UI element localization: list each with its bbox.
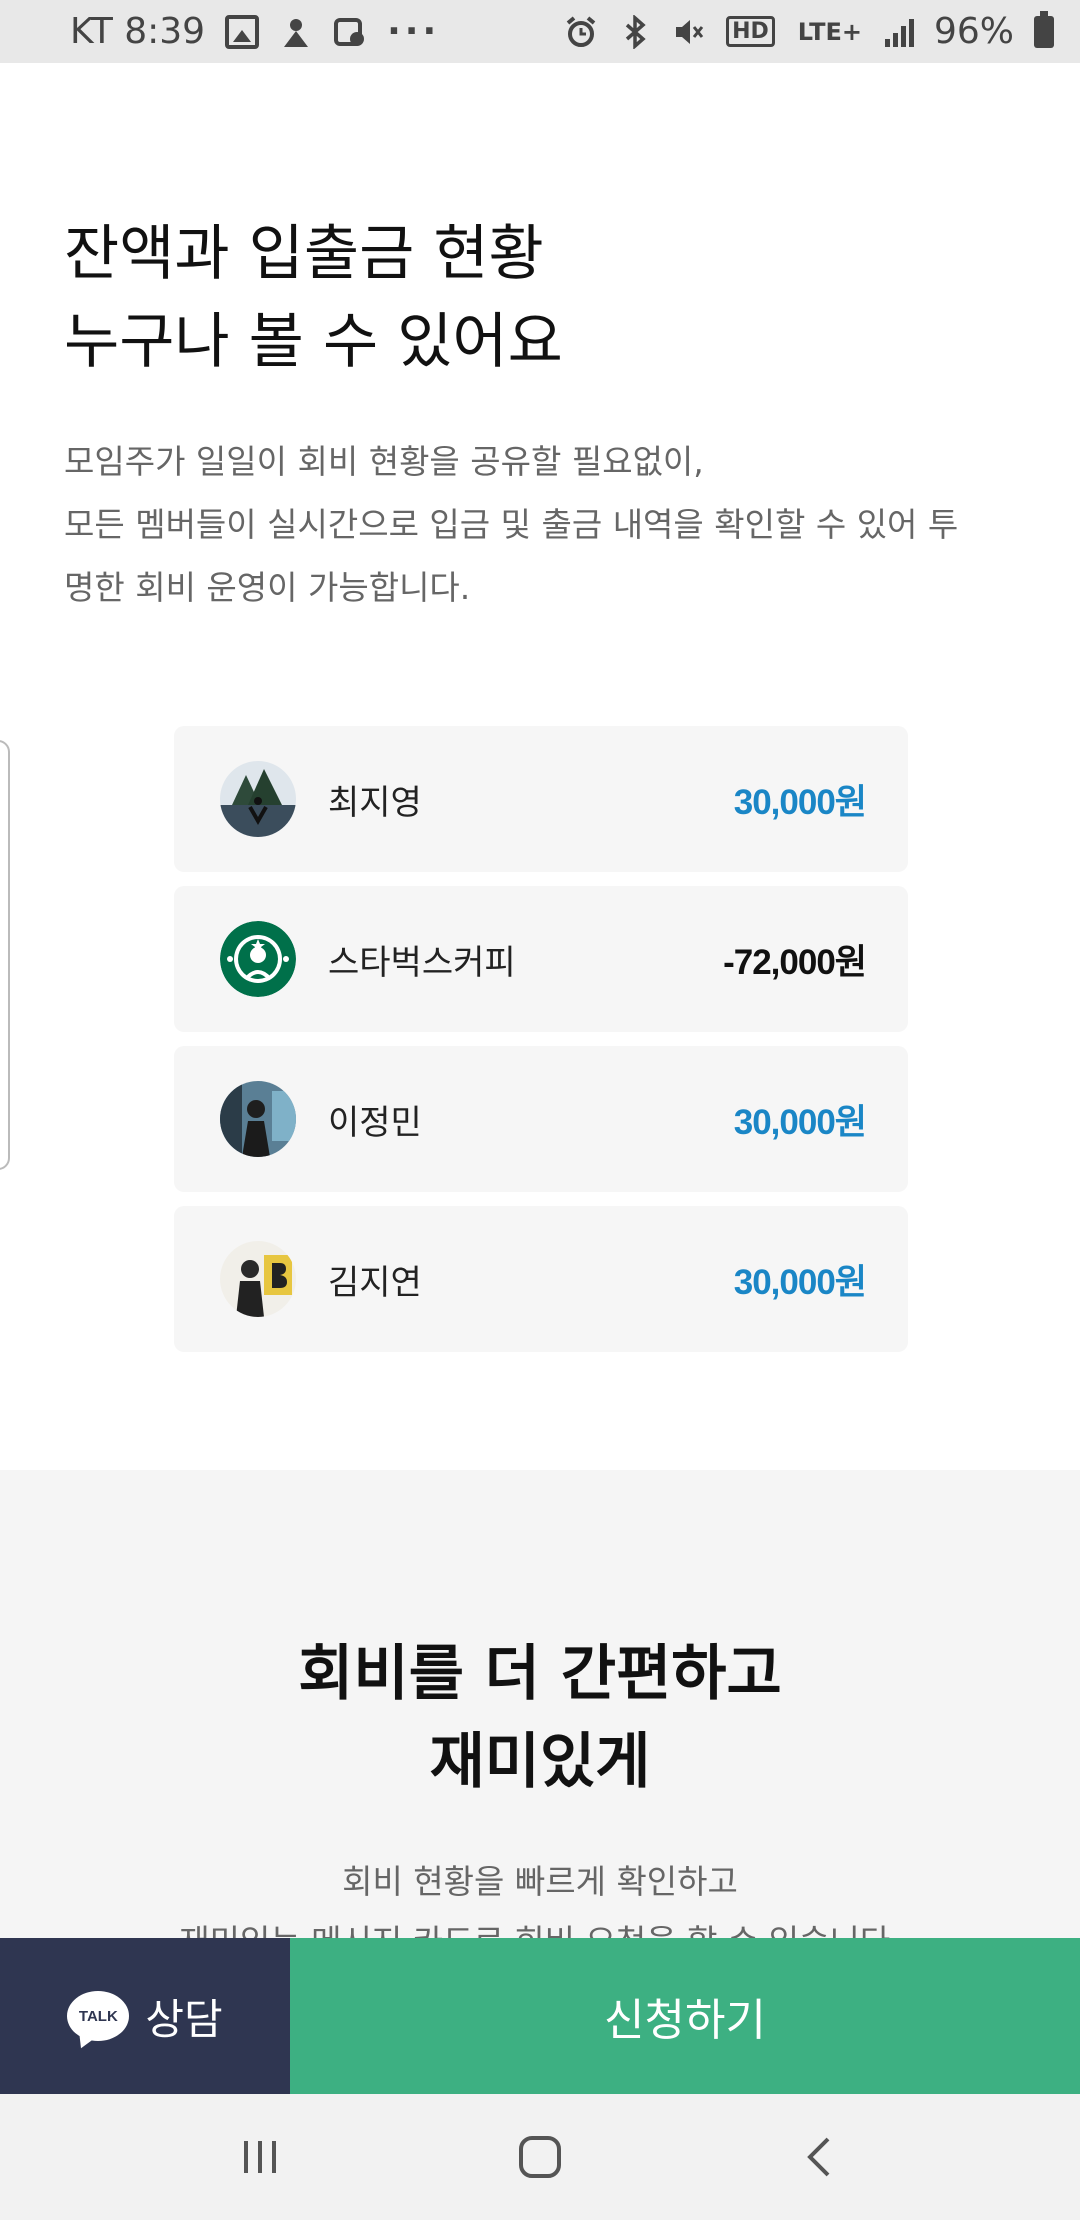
landscape-photo-avatar	[220, 761, 296, 837]
hero-title: 잔액과 입출금 현황 누구나 볼 수 있어요	[64, 219, 563, 377]
kakao-talk-consult-button[interactable]: TALK 상담	[0, 1938, 290, 2094]
transaction-amount: 30,000원	[733, 1262, 867, 1302]
carrier-time: KT 8:39	[70, 11, 206, 52]
gallery-notification-icon	[225, 14, 260, 49]
transaction-name: 스타벅스커피	[328, 942, 516, 983]
transaction-amount: 30,000원	[733, 782, 867, 822]
list-item: 김지연 30,000원	[174, 1206, 908, 1352]
person-photo-avatar	[220, 1241, 296, 1317]
transaction-amount: 30,000원	[733, 1102, 867, 1142]
app-notification-icon	[279, 15, 313, 49]
apply-button[interactable]: 신청하기	[290, 1938, 1080, 2094]
list-item: 이정민 30,000원	[174, 1046, 908, 1192]
hero-description: 모임주가 일일이 회비 현황을 공유할 필요없이, 모든 멤버들이 실시간으로 …	[64, 442, 959, 607]
consult-label: 상담	[145, 1994, 223, 2044]
mute-icon	[672, 15, 706, 49]
person-photo-avatar	[220, 1081, 296, 1157]
more-notifications-icon: ···	[387, 11, 441, 52]
list-item: 최지영 30,000원	[174, 726, 908, 872]
status-right: HD LTE+ 96%	[564, 10, 1054, 52]
transaction-name: 최지영	[328, 782, 422, 823]
alarm-icon	[564, 15, 598, 49]
signal-icon	[884, 17, 914, 47]
map-notification-icon	[333, 15, 367, 49]
back-icon	[807, 2137, 830, 2177]
transaction-amount: -72,000원	[723, 942, 867, 982]
transaction-name: 김지연	[328, 1262, 422, 1303]
home-icon	[519, 2136, 561, 2178]
list-item: 스타벅스커피 -72,000원	[174, 886, 908, 1032]
starbucks-logo	[220, 921, 296, 997]
talk-icon: TALK	[67, 1991, 130, 2041]
bottom-cta-bar: TALK 상담 신청하기	[0, 1938, 1080, 2094]
home-button[interactable]	[500, 2117, 580, 2197]
hd-voice-icon: HD	[726, 16, 775, 47]
recent-apps-button[interactable]	[220, 2117, 300, 2197]
section-title: 회비를 더 간편하고 재미있게	[298, 1639, 782, 1797]
status-left: KT 8:39 ···	[70, 11, 440, 52]
lte-icon: LTE+	[797, 17, 862, 46]
status-bar: KT 8:39 ··· HD LTE+ 96%	[0, 0, 1080, 63]
edge-panel-handle[interactable]	[0, 740, 10, 1170]
back-button[interactable]	[780, 2117, 860, 2197]
transaction-list: 최지영 30,000원 스타벅스커피 -72,000원 이정민 30,000원 …	[174, 726, 908, 1366]
system-nav-bar	[0, 2094, 1080, 2220]
battery-icon	[1034, 10, 1054, 48]
battery-percent: 96%	[933, 11, 1014, 52]
feature-section: 회비를 더 간편하고 재미있게 회비 현황을 빠르게 확인하고 재미있는 메시지…	[0, 1470, 1080, 1961]
recent-apps-icon	[244, 2141, 276, 2173]
transaction-name: 이정민	[328, 1102, 422, 1143]
bluetooth-icon	[618, 13, 652, 50]
